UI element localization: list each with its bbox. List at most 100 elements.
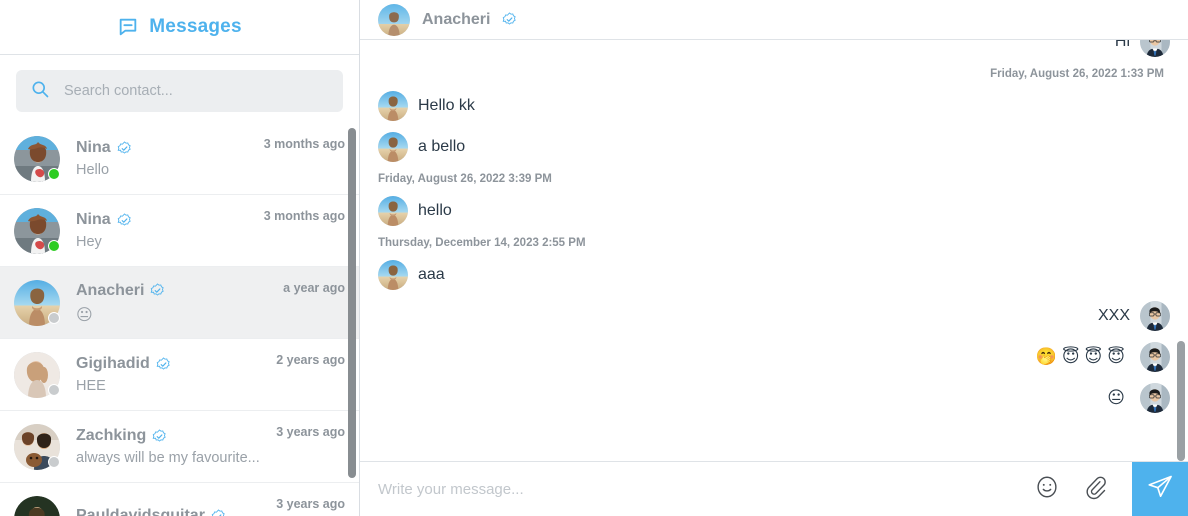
avatar xyxy=(14,495,60,516)
avatar xyxy=(378,91,408,121)
contact-name-line: Pauldavidsguitar xyxy=(76,507,260,516)
contact-info: Nina Hey xyxy=(76,211,248,250)
message-incoming: aaa xyxy=(378,260,1170,290)
contact-info: Nina Hello xyxy=(76,139,248,178)
contact-timestamp: 2 years ago xyxy=(276,353,345,367)
smiley-icon[interactable] xyxy=(1034,474,1060,505)
message-text: Hello kk xyxy=(418,97,475,114)
avatar xyxy=(1140,40,1170,57)
avatar xyxy=(378,132,408,162)
contact-name: Nina xyxy=(76,139,111,156)
message-text: 😐 xyxy=(1107,388,1130,408)
message-text: Hi xyxy=(1114,40,1130,50)
messenger-app: Messages Search contact... Nina Hello 3 … xyxy=(0,0,1188,516)
contact-list-item[interactable]: Zachking always will be my favourite... … xyxy=(0,411,359,483)
contact-preview-text: always will be my favourite... xyxy=(76,450,260,466)
verified-badge-icon xyxy=(211,508,226,516)
message-text: a bello xyxy=(418,138,466,155)
contact-timestamp: a year ago xyxy=(283,281,345,295)
send-button[interactable] xyxy=(1132,461,1188,516)
contacts-header: Messages xyxy=(0,0,359,55)
contact-list-item[interactable]: Gigihadid HEE 2 years ago xyxy=(0,339,359,411)
avatar xyxy=(378,3,410,36)
message-outgoing: 🤭😇😇😇 xyxy=(378,342,1170,372)
avatar xyxy=(14,135,60,182)
send-plane-icon xyxy=(1146,473,1174,506)
status-dot-offline xyxy=(48,383,60,396)
contact-name-line: Gigihadid xyxy=(76,355,260,373)
avatar xyxy=(14,279,60,326)
contact-preview-text: HEE xyxy=(76,378,106,394)
contacts-panel: Messages Search contact... Nina Hello 3 … xyxy=(0,0,360,516)
contact-preview-text: Hey xyxy=(76,234,102,250)
search-input[interactable] xyxy=(64,83,329,99)
message-incoming: Hello kk xyxy=(378,91,1170,121)
verified-badge-icon xyxy=(502,12,517,27)
contact-preview-text: Hello xyxy=(76,162,110,178)
chat-scrollbar[interactable] xyxy=(1177,341,1185,461)
contact-name-line: Anacheri xyxy=(76,282,267,300)
search-icon xyxy=(30,79,50,104)
contact-info: Zachking always will be my favourite... xyxy=(76,427,260,466)
verified-badge-icon xyxy=(117,140,132,156)
contact-info: Anacheri 😐 xyxy=(76,282,267,324)
contact-name: Pauldavidsguitar xyxy=(76,507,205,516)
date-separator: Friday, August 26, 2022 1:33 PM xyxy=(990,68,1164,80)
avatar xyxy=(378,260,408,290)
message-list[interactable]: Hi Friday, August 26, 2022 1:33 PM Hello… xyxy=(360,40,1188,461)
verified-badge-icon xyxy=(117,212,132,228)
message-text: hello xyxy=(418,202,452,219)
status-dot-offline xyxy=(48,311,60,324)
search-box[interactable] xyxy=(16,70,343,112)
search-container xyxy=(0,55,359,124)
contact-timestamp: 3 months ago xyxy=(263,209,345,223)
contact-name: Nina xyxy=(76,211,111,228)
status-dot-online xyxy=(48,239,60,252)
messages-container: Hi Friday, August 26, 2022 1:33 PM Hello… xyxy=(378,40,1170,413)
message-outgoing: 😐 xyxy=(378,383,1170,413)
contact-name: Zachking xyxy=(76,427,147,444)
message-input[interactable] xyxy=(360,462,1034,516)
date-separator: Thursday, December 14, 2023 2:55 PM xyxy=(378,237,586,249)
contact-list: Nina Hello 3 months ago Nina Hey 3 month… xyxy=(0,124,359,516)
contact-list-item[interactable]: Nina Hey 3 months ago xyxy=(0,195,359,267)
chat-panel: Anacheri Hi Friday, August 26, 2022 1:33… xyxy=(360,0,1188,516)
contact-name: Gigihadid xyxy=(76,355,150,372)
contact-name-line: Nina xyxy=(76,139,248,157)
contact-name-line: Nina xyxy=(76,211,248,229)
message-outgoing: Hi xyxy=(378,40,1170,57)
composer-actions xyxy=(1034,474,1132,505)
paperclip-icon[interactable] xyxy=(1082,474,1108,505)
contact-info: Gigihadid HEE xyxy=(76,355,260,394)
avatar xyxy=(378,196,408,226)
contact-list-item[interactable]: Pauldavidsguitar 3 years ago xyxy=(0,483,359,516)
chat-contact-name: Anacheri xyxy=(422,10,491,28)
message-text: aaa xyxy=(418,266,445,283)
contact-list-scroll-area[interactable]: Nina Hello 3 months ago Nina Hey 3 month… xyxy=(0,124,359,516)
contact-timestamp: 3 months ago xyxy=(263,137,345,151)
avatar xyxy=(1140,342,1170,372)
message-square-icon xyxy=(117,16,139,38)
verified-badge-icon xyxy=(150,283,165,298)
verified-badge-icon xyxy=(152,428,167,444)
contact-timestamp: 3 years ago xyxy=(276,425,345,439)
status-dot-offline xyxy=(48,455,60,468)
message-text: XXX xyxy=(1097,307,1130,324)
date-separator: Friday, August 26, 2022 3:39 PM xyxy=(378,173,552,185)
contact-name: Anacheri xyxy=(76,281,145,299)
avatar xyxy=(14,207,60,254)
contacts-scrollbar[interactable] xyxy=(348,128,356,478)
contact-timestamp: 3 years ago xyxy=(276,497,345,511)
verified-badge-icon xyxy=(156,356,171,372)
avatar xyxy=(1140,383,1170,413)
page-title: Messages xyxy=(149,16,242,37)
message-incoming: a bello xyxy=(378,132,1170,162)
contact-name-line: Zachking xyxy=(76,427,260,445)
contact-list-item[interactable]: Anacheri 😐 a year ago xyxy=(0,267,359,339)
contact-list-item[interactable]: Nina Hello 3 months ago xyxy=(0,124,359,195)
message-composer xyxy=(360,461,1188,516)
contact-preview-text: 😐 xyxy=(76,304,93,324)
contact-info: Pauldavidsguitar xyxy=(76,507,260,516)
chat-header: Anacheri xyxy=(360,0,1188,40)
avatar xyxy=(14,351,60,398)
